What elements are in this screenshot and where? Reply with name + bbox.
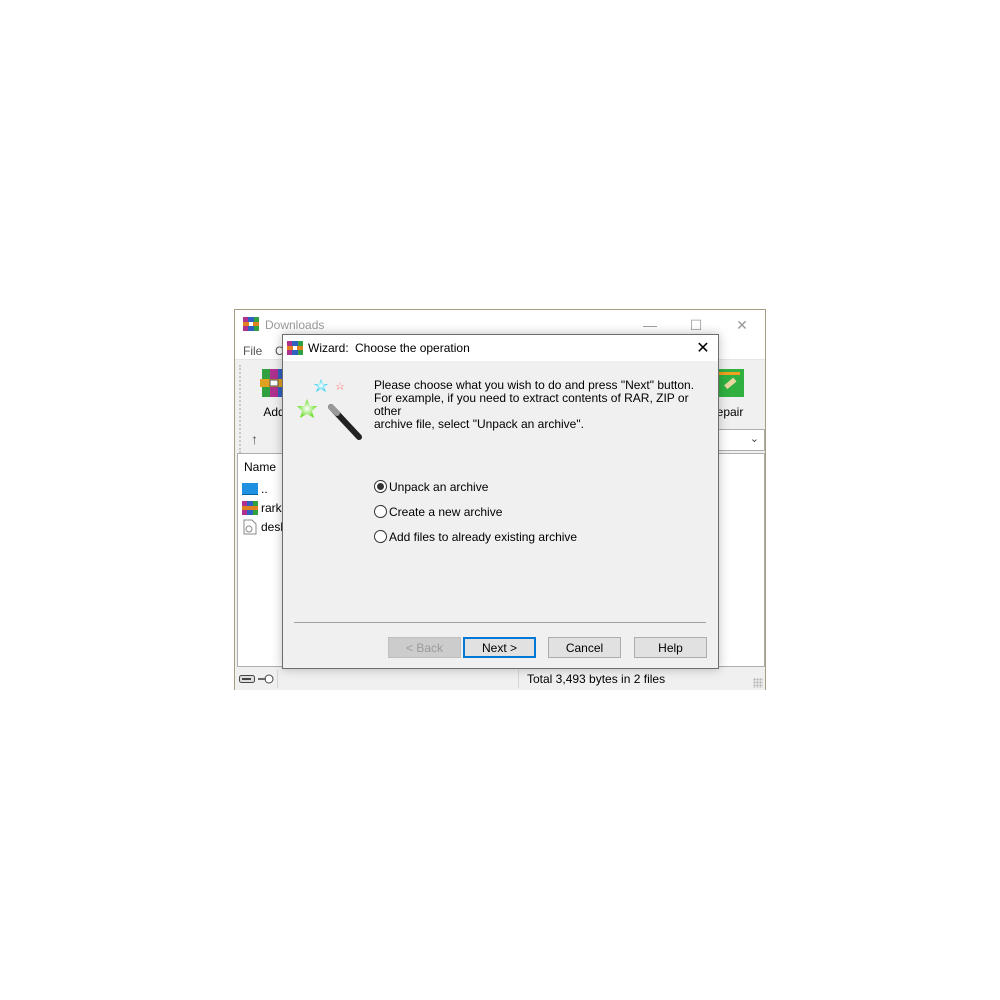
wizard-dialog: Wizard: Choose the operation ✕ Please ch… [282, 334, 719, 669]
drive-icon[interactable] [239, 674, 255, 684]
menu-file[interactable]: File [243, 344, 262, 358]
path-dropdown[interactable]: ⌄ [715, 429, 765, 451]
radio-button-selected[interactable] [374, 480, 387, 493]
settings-file-icon [243, 519, 257, 535]
winrar-icon [287, 341, 303, 355]
back-button[interactable]: < Back [388, 637, 461, 658]
divider [294, 622, 706, 623]
status-divider [277, 670, 278, 688]
winrar-archive-icon [242, 501, 258, 515]
radio-dot [377, 483, 384, 490]
up-arrow-icon[interactable]: ↑ [251, 431, 258, 447]
wizard-label: Wizard: [308, 341, 349, 355]
radio-label: Unpack an archive [389, 479, 489, 494]
radio-button[interactable] [374, 505, 387, 518]
magic-wand-icon [297, 379, 362, 440]
wizard-title-bar: Wizard: Choose the operation ✕ [283, 335, 718, 361]
close-button[interactable]: ✕ [719, 310, 765, 340]
repair-button-label: epair [716, 405, 744, 419]
chevron-down-icon: ⌄ [749, 433, 759, 445]
intro-line: For example, if you need to extract cont… [374, 391, 689, 418]
status-bar: Total 3,493 bytes in 2 files [235, 668, 765, 690]
main-window-title: Downloads [265, 318, 325, 332]
wizard-heading: Choose the operation [355, 341, 470, 355]
status-divider [518, 670, 519, 688]
intro-line: archive file, select "Unpack an archive"… [374, 417, 584, 431]
list-item[interactable]: desk [242, 518, 286, 536]
list-item[interactable]: .. [242, 480, 268, 498]
wizard-instructions: Please choose what you wish to do and pr… [374, 379, 714, 431]
radio-unpack-archive[interactable]: Unpack an archive [374, 474, 577, 499]
folder-up-icon [242, 483, 258, 495]
resize-grip[interactable] [753, 678, 763, 688]
operation-radio-group: Unpack an archive Create a new archive A… [374, 474, 577, 549]
radio-add-to-archive[interactable]: Add files to already existing archive [374, 524, 577, 549]
radio-create-archive[interactable]: Create a new archive [374, 499, 577, 524]
file-name: .. [261, 482, 268, 496]
cancel-button[interactable]: Cancel [548, 637, 621, 658]
key-icon[interactable] [258, 673, 274, 685]
next-button[interactable]: Next > [463, 637, 536, 658]
status-icons [239, 671, 279, 687]
status-text: Total 3,493 bytes in 2 files [527, 672, 666, 686]
radio-label: Add files to already existing archive [389, 529, 578, 544]
wizard-close-button[interactable]: ✕ [688, 335, 718, 361]
help-button[interactable]: Help [634, 637, 707, 658]
column-header-name[interactable]: Name [244, 460, 276, 474]
radio-label: Create a new archive [389, 504, 503, 519]
radio-button[interactable] [374, 530, 387, 543]
winrar-icon [243, 317, 259, 331]
